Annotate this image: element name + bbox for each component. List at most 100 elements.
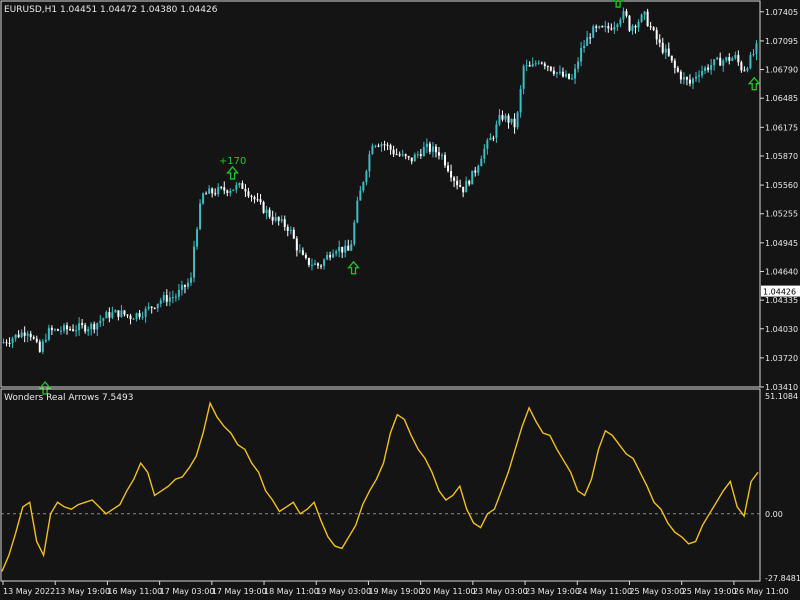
candle-body xyxy=(728,57,731,61)
price-tick-label: 1.07095 xyxy=(765,37,798,46)
candle-body xyxy=(619,19,622,25)
candle-body xyxy=(749,54,752,69)
candle-body xyxy=(129,315,132,320)
candle-body xyxy=(147,306,150,309)
candle-body xyxy=(701,71,704,76)
candle-body xyxy=(483,148,486,159)
candle-body xyxy=(335,251,338,254)
candle-body xyxy=(725,57,728,61)
candle-body xyxy=(425,143,428,147)
candle-body xyxy=(695,76,698,79)
candle-body xyxy=(610,28,613,30)
candle-body xyxy=(274,217,277,221)
candle-body xyxy=(655,29,658,40)
candle-body xyxy=(595,26,598,28)
candle-body xyxy=(165,295,168,302)
candle-body xyxy=(589,37,592,39)
candle-body xyxy=(359,190,362,201)
candle-body xyxy=(643,11,646,15)
candle-body xyxy=(2,342,5,344)
candle-body xyxy=(704,67,707,72)
candle-body xyxy=(691,78,694,84)
candle-body xyxy=(44,339,47,342)
candle-body xyxy=(329,254,332,258)
candle-body xyxy=(543,63,546,67)
candle-body xyxy=(156,303,159,309)
candle-body xyxy=(731,58,734,61)
candle-body xyxy=(190,277,192,283)
time-tick-label: 19 May 03:00 xyxy=(316,587,371,596)
candle-body xyxy=(598,26,601,28)
candle-body xyxy=(265,209,268,213)
candle-body xyxy=(410,157,413,162)
candle-body xyxy=(519,88,522,113)
candle-body xyxy=(292,229,295,239)
candle-body xyxy=(528,65,531,67)
candle-body xyxy=(32,337,35,339)
indicator-tick-label: 51.1084 xyxy=(765,392,798,401)
current-price-tag-text: 1.04426 xyxy=(763,288,796,297)
candle-body xyxy=(422,146,425,156)
candle-body xyxy=(437,152,440,156)
candle-body xyxy=(755,43,758,54)
candle-body xyxy=(646,11,649,27)
candle-body xyxy=(450,171,453,178)
candle-body xyxy=(338,246,341,252)
time-tick-label: 18 May 11:00 xyxy=(264,587,319,596)
candle-body xyxy=(679,71,682,80)
price-tick-label: 1.05560 xyxy=(765,181,798,190)
candle-body xyxy=(574,68,577,79)
candle-body xyxy=(428,143,431,152)
candle-body xyxy=(459,185,462,187)
candle-body xyxy=(531,64,534,67)
candle-body xyxy=(90,323,93,330)
candle-body xyxy=(262,202,265,213)
candle-body xyxy=(289,229,292,231)
candle-body xyxy=(698,75,701,77)
candle-body xyxy=(183,284,186,287)
candle-body xyxy=(401,154,404,156)
candle-body xyxy=(631,26,634,31)
candle-body xyxy=(580,47,583,62)
candle-body xyxy=(196,229,199,247)
candle-body xyxy=(383,144,386,146)
candle-body xyxy=(444,155,447,166)
trading-chart[interactable]: +170+221 EURUSD,H1 1.04451 1.04472 1.043… xyxy=(0,0,800,600)
candle-body xyxy=(50,327,53,331)
candle-body xyxy=(568,73,570,79)
time-tick-label: 23 May 03:00 xyxy=(473,587,528,596)
candle-body xyxy=(685,77,688,80)
candle-body xyxy=(583,45,586,48)
candle-body xyxy=(495,124,498,138)
candle-body xyxy=(416,154,419,156)
candle-body xyxy=(114,310,117,313)
candle-body xyxy=(313,263,316,265)
candle-body xyxy=(108,312,111,318)
candle-body xyxy=(138,313,141,317)
candle-body xyxy=(510,118,513,123)
candle-body xyxy=(431,146,434,152)
candle-body xyxy=(244,188,247,192)
candle-body xyxy=(447,165,450,172)
candle-body xyxy=(395,154,398,156)
time-tick-label: 25 May 19:00 xyxy=(682,587,737,596)
candle-body xyxy=(295,238,298,251)
candle-body xyxy=(561,71,564,77)
candle-body xyxy=(471,170,474,185)
candle-body xyxy=(534,63,537,65)
candle-body xyxy=(280,219,283,221)
candle-body xyxy=(652,27,655,30)
candle-body xyxy=(362,182,365,191)
candle-body xyxy=(117,310,120,317)
candle-body xyxy=(81,323,84,325)
candle-body xyxy=(625,11,628,16)
candle-body xyxy=(649,26,652,28)
candle-body xyxy=(202,193,205,204)
candle-body xyxy=(537,62,540,64)
candle-body xyxy=(38,341,41,352)
time-tick-label: 13 May 2022 xyxy=(3,587,55,596)
candle-body xyxy=(111,312,114,318)
candle-body xyxy=(35,338,38,342)
candle-body xyxy=(549,66,552,71)
candle-body xyxy=(558,71,561,73)
